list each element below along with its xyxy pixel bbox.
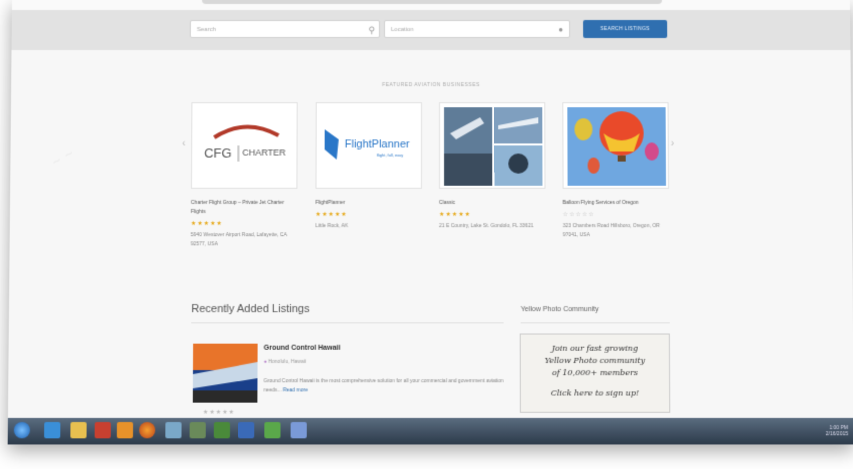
listing-rating: ★★★★★ [202,409,236,416]
card-logo-flightplanner[interactable]: FlightPlanner flight, full, easy [315,102,422,189]
start-button-icon[interactable] [13,422,31,439]
keyword-search-input[interactable]: Search ⚲ [189,20,380,39]
card-logo-cfg[interactable]: CFG CHARTER [190,102,298,189]
app-icon[interactable] [165,422,182,439]
windows-taskbar: 1:00 PM 2/16/2015 [7,417,853,445]
photo-community-signup-banner[interactable]: Join our fast growing Yellow Photo commu… [519,333,671,413]
watermark: ~ ~ [48,145,77,170]
flightplanner-logo-text: FlightPlanner [345,138,410,150]
read-more-link[interactable]: Read more [283,387,308,393]
featured-card-2[interactable]: FlightPlanner flight, full, easy FlightP… [315,102,422,231]
search-listings-button[interactable]: SEARCH LISTINGS [583,20,668,39]
card-name[interactable]: FlightPlanner [315,199,422,208]
media-player-icon[interactable] [94,422,111,439]
app-icon[interactable] [238,422,255,439]
card-photo-collage[interactable] [439,102,546,189]
cfg-logo-text: CFG [204,145,232,160]
card-address: 5940 Westover Airport Road, Lafayette, C… [190,232,287,248]
promo-line: Join our fast growing [551,343,639,353]
location-input[interactable]: Location ● [383,20,571,39]
listing-description: Ground Control Hawaii is the most compre… [263,377,505,395]
explorer-folder-icon[interactable] [70,422,87,439]
hot-air-balloon-image [567,107,667,186]
card-address: 21 E Country, Lake St. Gondolo, FL 33621 [439,223,534,230]
app-icon[interactable] [290,422,307,439]
search-icon[interactable]: ⚲ [368,21,375,39]
card-rating: ☆☆☆☆☆ [562,211,595,219]
card-name[interactable]: Charter Flight Group – Private Jet Chart… [191,199,298,217]
card-rating: ★★★★★ [190,221,223,228]
featured-card-3[interactable]: Classic ★★★★★ 21 E Country, Lake St. Gon… [439,102,546,231]
recently-added-title: Recently Added Listings [191,303,310,316]
system-clock[interactable]: 1:00 PM 2/16/2015 [826,425,849,437]
photo-community-title: Yellow Photo Community [520,306,599,314]
carousel-prev-arrow[interactable]: ‹ [182,138,185,149]
card-address: 323 Chambers Road Hillsboro, Oregon, OR … [562,223,660,239]
location-pin-icon[interactable]: ● [558,21,563,39]
cfg-logo-icon: CFG CHARTER [204,124,286,161]
app-icon[interactable] [264,422,281,439]
app-icon[interactable] [189,422,206,439]
card-address: Little Rock, AK [315,223,349,230]
card-name[interactable]: Balloon Flying Services of Oregon [563,199,670,208]
featured-title: FEATURED AVIATION BUSINESSES [382,82,480,89]
clock-date: 2/16/2015 [825,431,849,438]
featured-card-4[interactable]: Balloon Flying Services of Oregon ☆☆☆☆☆ … [562,102,670,240]
flightplanner-logo-icon: FlightPlanner flight, full, easy [324,129,410,160]
location-pin-icon: ● [263,358,267,365]
card-name[interactable]: Classic [439,199,546,208]
card-rating: ★★★★★ [439,211,472,219]
featured-card-1[interactable]: CFG CHARTER Charter Flight Group – Priva… [191,102,298,249]
carousel-next-arrow[interactable]: › [671,138,674,149]
listing-thumbnail[interactable] [192,343,258,403]
flightplanner-tagline: flight, full, easy [377,153,403,158]
divider [520,322,670,324]
listing-location: ● Honolulu, Hawaii [264,359,306,365]
firefox-icon[interactable] [139,422,156,439]
ie-icon[interactable] [44,422,61,439]
promo-line: of 10,000+ members [551,368,638,378]
listing-photo-image [192,343,258,403]
browser-screen: Search ⚲ Location ● SEARCH LISTINGS FEAT… [7,0,853,445]
site-header-strip [11,0,851,11]
listing-location-text: Honolulu, Hawaii [268,358,306,365]
promo-signup-link[interactable]: Click here to sign up! [521,387,669,399]
card-photo-balloons[interactable] [562,102,670,189]
listing-name[interactable]: Ground Control Hawaii [264,345,341,352]
card-rating: ★★★★★ [315,211,348,219]
aircraft-collage-image [444,107,543,186]
header-text-blur [201,0,663,4]
app-icon[interactable] [116,422,134,439]
keyword-placeholder: Search [196,27,216,34]
search-bar: Search ⚲ Location ● SEARCH LISTINGS [11,10,851,51]
charter-logo-text: CHARTER [242,147,286,157]
promo-line: Yellow Photo community [544,355,646,365]
app-icon[interactable] [213,422,231,439]
divider [191,322,504,324]
location-placeholder: Location [390,27,414,34]
